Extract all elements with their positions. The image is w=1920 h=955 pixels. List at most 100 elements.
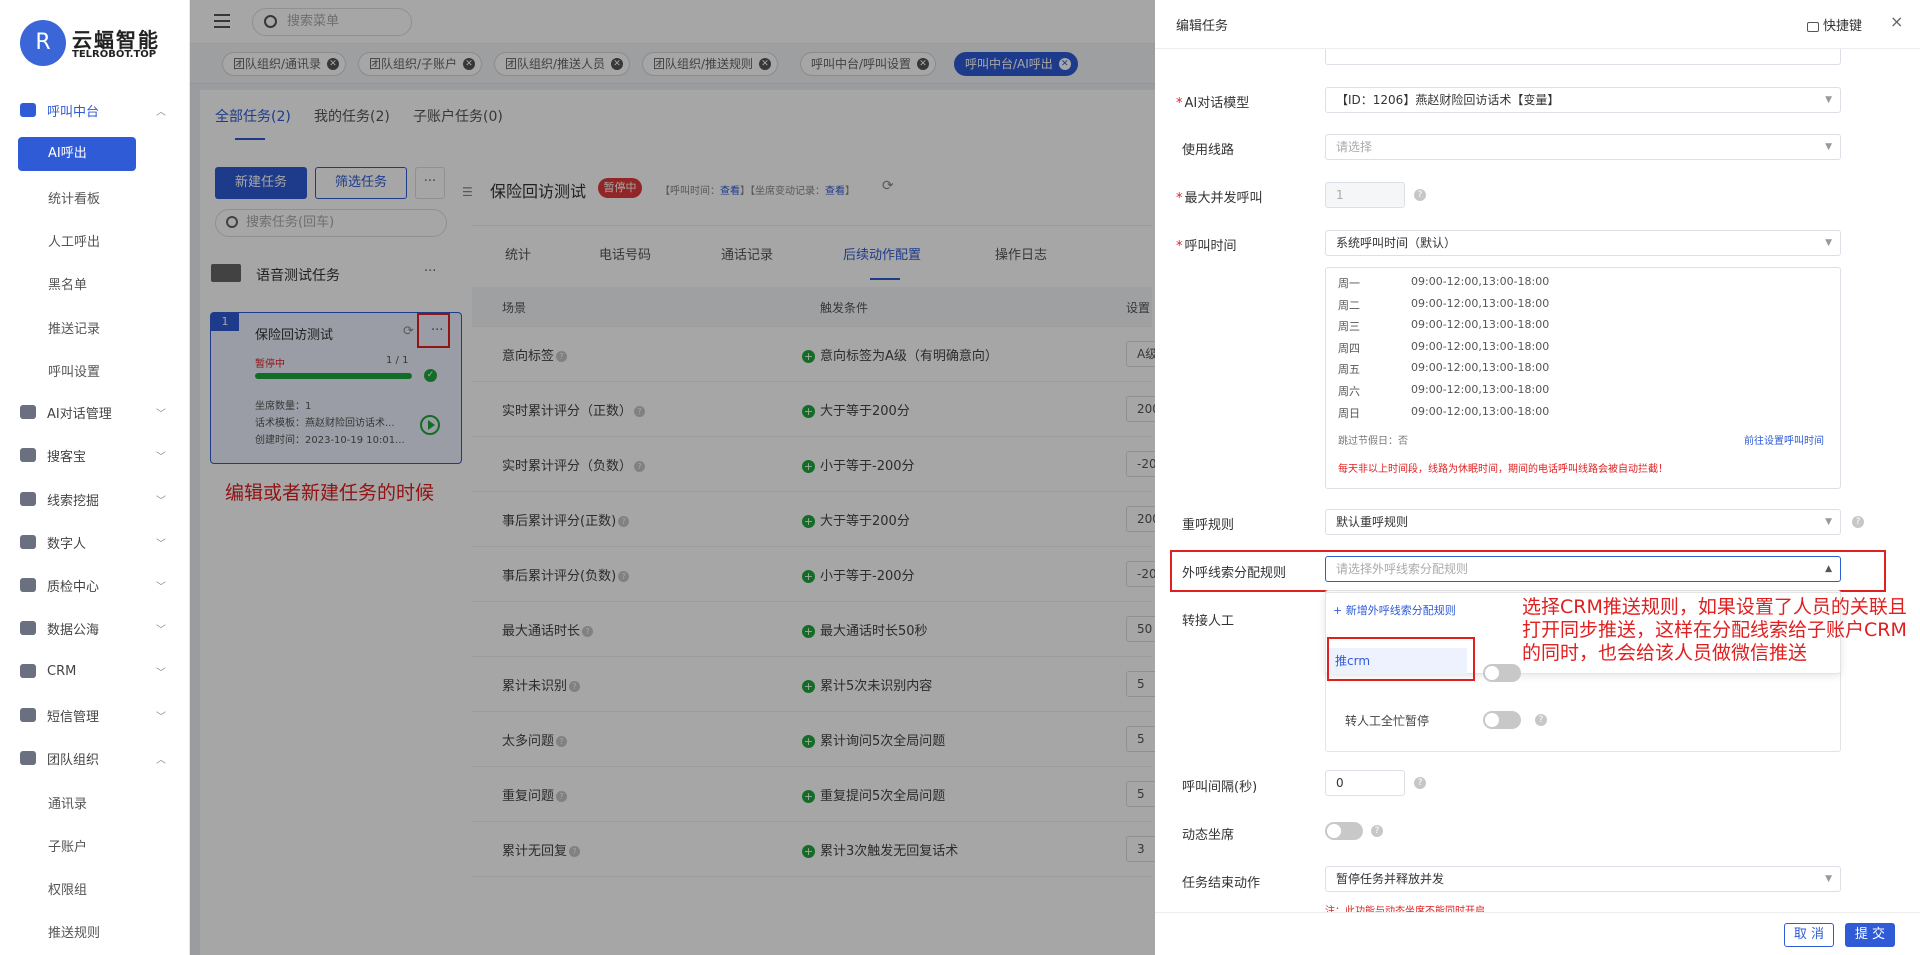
- shortcut-label: 快捷键: [1823, 19, 1863, 34]
- logo: R 云蝠智能 TELROBOT.TOP: [20, 18, 170, 68]
- nav-group-label: AI对话管理: [47, 406, 112, 422]
- schedule-time: 09:00-12:00,13:00-18:00: [1411, 405, 1550, 418]
- interval-input[interactable]: 0: [1325, 770, 1405, 796]
- end-action-label: 任务结束动作: [1182, 876, 1261, 891]
- chevron-down-icon: ▼: [1825, 874, 1832, 884]
- ai-model-label: * AI对话模型: [1176, 96, 1250, 111]
- dynamic-seat-toggle[interactable]: [1325, 822, 1363, 840]
- keyboard-icon: [1807, 21, 1819, 32]
- nav-group-label: 线索挖掘: [47, 493, 100, 509]
- nav-item-push-records[interactable]: 推送记录: [48, 318, 100, 337]
- search-icon: [20, 448, 36, 462]
- chevron-down-icon: ▼: [1825, 517, 1832, 527]
- nav-group-label: 团队组织: [47, 752, 100, 768]
- select-placeholder: 请选择: [1336, 140, 1373, 154]
- nav-group-leads[interactable]: 线索挖掘 ﹀: [0, 482, 190, 516]
- chevron-up-icon: ︿: [156, 106, 166, 118]
- help-icon[interactable]: ?: [1852, 516, 1864, 528]
- schedule-time: 09:00-12:00,13:00-18:00: [1411, 383, 1550, 396]
- nav-group-call-center[interactable]: 呼叫中台 ︿: [0, 93, 190, 127]
- nav-item-stats[interactable]: 统计看板: [48, 188, 100, 207]
- schedule-day: 周一: [1338, 277, 1360, 290]
- logo-icon: R: [20, 20, 66, 66]
- help-icon[interactable]: ?: [1414, 189, 1426, 201]
- schedule-day: 周日: [1338, 407, 1360, 420]
- help-icon[interactable]: ?: [1414, 777, 1426, 789]
- busy-pause-toggle[interactable]: [1483, 711, 1521, 729]
- drawer-title: 编辑任务: [1176, 19, 1229, 34]
- nav-item-blacklist[interactable]: 黑名单: [48, 274, 87, 293]
- ai-model-select[interactable]: 【ID：1206】燕赵财险回访话术【变量】 ▼: [1325, 87, 1841, 113]
- nav-group-digital-human[interactable]: 数字人 ﹀: [0, 525, 190, 559]
- cancel-button[interactable]: 取 消: [1784, 923, 1834, 947]
- chevron-down-icon: ▼: [1825, 238, 1832, 248]
- transfer-toggle[interactable]: [1483, 664, 1521, 682]
- select-value: 【ID：1206】燕赵财险回访话术【变量】: [1336, 93, 1560, 107]
- max-concurrent-input[interactable]: 1: [1325, 182, 1405, 208]
- goto-set-call-time-link[interactable]: 前往设置呼叫时间: [1744, 432, 1824, 447]
- interval-label: 呼叫间隔(秒): [1182, 780, 1258, 795]
- schedule-day: 周六: [1338, 385, 1360, 398]
- close-icon[interactable]: ×: [1890, 12, 1903, 31]
- nav-group-label: 数字人: [47, 536, 87, 552]
- nav-item-sub-accounts[interactable]: 子账户: [48, 836, 87, 855]
- chevron-down-icon: ﹀: [156, 495, 166, 507]
- nav-item-contacts[interactable]: 通讯录: [48, 793, 87, 812]
- chevron-down-icon: ▼: [1825, 95, 1832, 105]
- nav-item-permission-groups[interactable]: 权限组: [48, 879, 87, 898]
- schedule-day: 周四: [1338, 342, 1360, 355]
- nav-group-sms[interactable]: 短信管理 ﹀: [0, 698, 190, 732]
- call-time-warning: 每天非以上时间段，线路为休眠时间，期间的电话呼叫线路会被自动拦截！: [1338, 464, 1668, 475]
- schedule-time: 09:00-12:00,13:00-18:00: [1411, 275, 1550, 288]
- chevron-down-icon: ﹀: [156, 667, 166, 679]
- submit-button[interactable]: 提 交: [1845, 923, 1895, 947]
- logo-domain: TELROBOT.TOP: [72, 49, 157, 60]
- highlight-crm-option: [1327, 637, 1475, 681]
- select-value: 系统呼叫时间（默认）: [1336, 236, 1457, 250]
- end-action-select[interactable]: 暂停任务并释放并发 ▼: [1325, 866, 1841, 892]
- schedule-time: 09:00-12:00,13:00-18:00: [1411, 297, 1550, 310]
- nav-item-call-settings[interactable]: 呼叫设置: [48, 361, 100, 380]
- nav-group-crm[interactable]: CRM ﹀: [0, 654, 190, 688]
- nav-group-data-sea[interactable]: 数据公海 ﹀: [0, 611, 190, 645]
- nav-group-ai-dialog[interactable]: AI对话管理 ﹀: [0, 395, 190, 429]
- line-select[interactable]: 请选择 ▼: [1325, 134, 1841, 160]
- add-lead-rule-link[interactable]: + 新增外呼线索分配规则: [1333, 602, 1456, 618]
- nav-group-qc[interactable]: 质检中心 ﹀: [0, 568, 190, 602]
- sms-icon: [20, 708, 36, 722]
- help-icon[interactable]: ?: [1371, 825, 1383, 837]
- schedule-day: 周五: [1338, 363, 1360, 376]
- annotation-crm-rule: 选择CRM推送规则，如果设置了人员的关联且打开同步推送，这样在分配线索给子账户C…: [1522, 596, 1907, 664]
- schedule-time: 09:00-12:00,13:00-18:00: [1411, 361, 1550, 374]
- crm-icon: [20, 664, 36, 678]
- schedule-time: 09:00-12:00,13:00-18:00: [1411, 340, 1550, 353]
- call-time-label: * 呼叫时间: [1176, 239, 1237, 254]
- chevron-down-icon: ﹀: [156, 451, 166, 463]
- nav-group-label: 数据公海: [47, 622, 100, 638]
- nav-item-manual-call[interactable]: 人工呼出: [48, 231, 100, 250]
- redial-select[interactable]: 默认重呼规则 ▼: [1325, 509, 1841, 535]
- nav-group-label: CRM: [47, 663, 77, 679]
- help-icon[interactable]: ?: [1535, 714, 1547, 726]
- inspect-icon: [20, 578, 36, 592]
- nav-item-ai-outbound[interactable]: AI呼出: [18, 137, 136, 171]
- nav-group-team[interactable]: 团队组织 ︿: [0, 741, 190, 775]
- shortcut-button[interactable]: 快捷键: [1807, 15, 1862, 34]
- chevron-down-icon: ﹀: [156, 581, 166, 593]
- chevron-down-icon: ﹀: [156, 711, 166, 723]
- nav-group-soukebao[interactable]: 搜客宝 ﹀: [0, 438, 190, 472]
- modal-overlay[interactable]: [190, 0, 1155, 955]
- label-text: 呼叫时间: [1184, 239, 1237, 254]
- sidebar: R 云蝠智能 TELROBOT.TOP 呼叫中台 ︿ AI呼出 统计看板 人工呼…: [0, 0, 190, 955]
- chevron-up-icon: ︿: [156, 754, 166, 766]
- nav-group-label: 质检中心: [47, 579, 100, 595]
- nav-group-label: 搜客宝: [47, 449, 87, 465]
- call-time-select[interactable]: 系统呼叫时间（默认） ▼: [1325, 230, 1841, 256]
- transfer-label: 转接人工: [1182, 614, 1235, 629]
- nav-item-push-rules[interactable]: 推送规则: [48, 922, 100, 941]
- label-text: AI对话模型: [1184, 96, 1250, 111]
- chevron-down-icon: ▼: [1825, 142, 1832, 152]
- chevron-down-icon: ﹀: [156, 624, 166, 636]
- data-icon: [20, 621, 36, 635]
- redial-label: 重呼规则: [1182, 518, 1235, 533]
